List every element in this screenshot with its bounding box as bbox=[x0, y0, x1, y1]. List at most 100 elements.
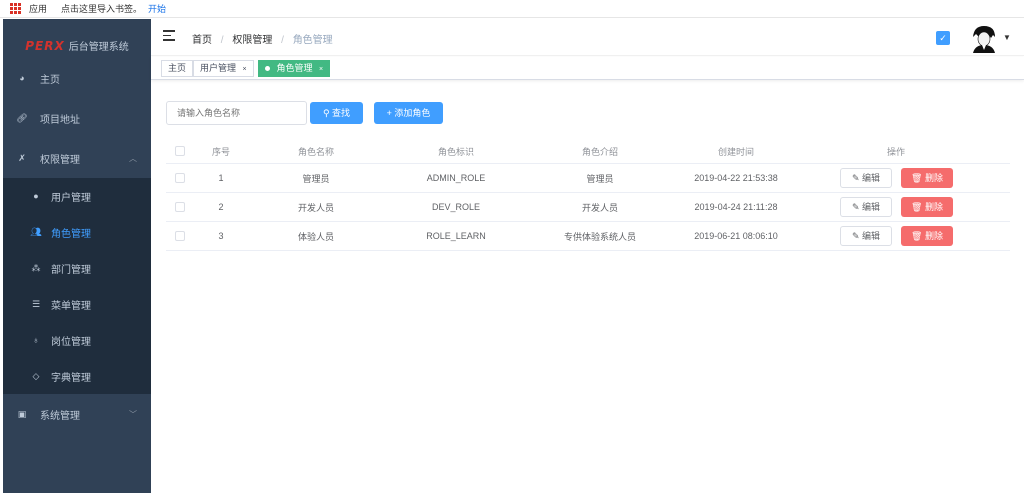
cell-index: 1 bbox=[218, 173, 224, 183]
tag-icon: ◇ bbox=[32, 370, 40, 381]
menu-list-icon: ☰ bbox=[31, 298, 41, 309]
sidebar-item-roles[interactable]: 👥︎ 角色管理 bbox=[3, 214, 151, 250]
sidebar-item-departments[interactable]: ⁂ 部门管理 bbox=[3, 250, 151, 286]
close-icon[interactable]: × bbox=[319, 66, 323, 73]
table-row: 2 开发人员 DEV_ROLE 开发人员 2019-04-24 21:11:28… bbox=[166, 193, 1010, 222]
sidebar-item-label: 项目地址 bbox=[40, 114, 80, 126]
logo-mark: PERX bbox=[25, 38, 65, 53]
delete-button-label: 删除 bbox=[924, 202, 943, 212]
sidebar-item-permission[interactable]: ✗ 权限管理 ︿ bbox=[3, 138, 151, 178]
row-checkbox-cell bbox=[174, 222, 186, 250]
plus-icon: + bbox=[386, 108, 392, 118]
logo-title: 后台管理系统 bbox=[68, 42, 129, 53]
breadcrumb-permission[interactable]: 权限管理 bbox=[232, 35, 272, 46]
tree-icon: ⁂ bbox=[31, 262, 41, 273]
search-button[interactable]: ⚲ 查找 bbox=[310, 102, 363, 124]
sidebar-item-label: 用户管理 bbox=[51, 192, 91, 204]
add-role-button-label: 添加角色 bbox=[394, 108, 431, 118]
edit-icon: ✎ bbox=[851, 231, 860, 241]
user-icon: ● bbox=[33, 191, 39, 201]
row-checkbox[interactable] bbox=[175, 173, 185, 183]
start-link[interactable]: 开始 bbox=[148, 2, 166, 15]
apps-grid-icon[interactable] bbox=[10, 3, 21, 14]
navbar: 首页 / 权限管理 / 角色管理 ✓ ▼ bbox=[151, 19, 1024, 56]
tag-home[interactable]: 主页 bbox=[161, 60, 194, 77]
delete-button[interactable]: 🗑︎ 删除 bbox=[901, 222, 953, 250]
cell-index: 2 bbox=[218, 202, 224, 212]
caret-down-icon[interactable]: ▼ bbox=[1003, 33, 1011, 42]
table-row: 1 管理员 ADMIN_ROLE 管理员 2019-04-22 21:53:38… bbox=[166, 164, 1010, 193]
column-header: 角色名称 bbox=[297, 146, 334, 157]
breadcrumb-home[interactable]: 首页 bbox=[192, 35, 212, 46]
delete-button[interactable]: 🗑︎ 删除 bbox=[901, 193, 953, 221]
breadcrumb-separator: / bbox=[281, 35, 284, 46]
edit-button[interactable]: ✎ 编辑 bbox=[840, 193, 892, 221]
search-button-label: 查找 bbox=[332, 108, 351, 118]
delete-button-label: 删除 bbox=[924, 173, 943, 183]
sidebar-item-label: 主页 bbox=[40, 74, 60, 86]
select-all-checkbox[interactable] bbox=[175, 146, 185, 156]
row-checkbox[interactable] bbox=[175, 231, 185, 241]
cell-role-desc: 开发人员 bbox=[581, 202, 618, 213]
edit-button[interactable]: ✎ 编辑 bbox=[840, 164, 892, 192]
search-input[interactable] bbox=[166, 101, 307, 125]
cell-role-key: DEV_ROLE bbox=[431, 202, 481, 212]
trash-icon: 🗑︎ bbox=[911, 173, 923, 183]
row-checkbox-cell bbox=[174, 164, 186, 192]
permission-submenu: ● 用户管理 👥︎ 角色管理 ⁂ 部门管理 ☰ 菜单管理 ♁ 岗位管理 ◇ 字典… bbox=[3, 178, 151, 394]
breadcrumb: 首页 / 权限管理 / 角色管理 bbox=[192, 31, 333, 46]
sidebar-item-label: 部门管理 bbox=[51, 264, 91, 276]
tag-roles[interactable]: 角色管理 × bbox=[258, 60, 331, 77]
active-dot-icon bbox=[265, 66, 270, 72]
hamburger-icon[interactable] bbox=[163, 30, 175, 42]
cell-created-time: 2019-04-22 21:53:38 bbox=[694, 173, 778, 183]
cell-role-name: 管理员 bbox=[302, 173, 330, 184]
trash-icon: 🗑︎ bbox=[911, 202, 923, 212]
sidebar-item-users[interactable]: ● 用户管理 bbox=[3, 178, 151, 214]
tag-label: 主页 bbox=[168, 63, 187, 73]
add-role-button[interactable]: + 添加角色 bbox=[374, 102, 443, 124]
tag-users[interactable]: 用户管理 × bbox=[193, 60, 254, 77]
bookmarks-bar: 应用 点击这里导入书签。 开始 bbox=[0, 0, 1024, 18]
column-header: 创建时间 bbox=[717, 146, 754, 157]
sidebar-item-posts[interactable]: ♁ 岗位管理 bbox=[3, 322, 151, 358]
select-all-cell bbox=[174, 139, 186, 163]
cell-role-key: ROLE_LEARN bbox=[426, 231, 486, 241]
table-row: 3 体验人员 ROLE_LEARN 专供体验系统人员 2019-06-21 08… bbox=[166, 222, 1010, 251]
delete-button-label: 删除 bbox=[924, 231, 943, 241]
edit-button-label: 编辑 bbox=[862, 231, 881, 241]
sidebar-item-home[interactable]: ◕ 主页 bbox=[3, 58, 151, 98]
sidebar-item-project-url[interactable]: 🔗︎ 项目地址 bbox=[3, 98, 151, 138]
row-checkbox-cell bbox=[174, 193, 186, 221]
breadcrumb-separator: / bbox=[220, 35, 224, 46]
sidebar-item-menus[interactable]: ☰ 菜单管理 bbox=[3, 286, 151, 322]
chevron-down-icon: ﹀ bbox=[129, 409, 137, 419]
tag-label: 角色管理 bbox=[276, 63, 313, 73]
column-header: 角色介绍 bbox=[581, 146, 618, 157]
edit-button-label: 编辑 bbox=[862, 173, 881, 183]
avatar[interactable] bbox=[969, 23, 999, 53]
cell-role-desc: 专供体验系统人员 bbox=[563, 231, 636, 242]
apps-link[interactable]: 应用 bbox=[29, 2, 47, 15]
sidebar-item-label: 菜单管理 bbox=[51, 300, 91, 312]
edit-button[interactable]: ✎ 编辑 bbox=[840, 222, 892, 250]
chevron-up-icon: ︿ bbox=[129, 153, 137, 163]
cell-role-key: ADMIN_ROLE bbox=[426, 173, 486, 183]
sidebar-item-label: 角色管理 bbox=[51, 228, 91, 240]
checkbox-icon[interactable]: ✓ bbox=[936, 31, 950, 45]
cell-role-name: 开发人员 bbox=[297, 202, 334, 213]
delete-button[interactable]: 🗑︎ 删除 bbox=[901, 164, 953, 192]
dashboard-icon: ◕ bbox=[19, 73, 25, 83]
edit-icon: ✎ bbox=[851, 202, 860, 212]
close-icon[interactable]: × bbox=[243, 66, 247, 73]
trash-icon: 🗑︎ bbox=[911, 231, 923, 241]
link-icon: 🔗︎ bbox=[16, 112, 28, 123]
sidebar-item-system[interactable]: ▣ 系统管理 ﹀ bbox=[3, 394, 151, 434]
sidebar-item-label: 岗位管理 bbox=[51, 336, 91, 348]
edit-icon: ✎ bbox=[851, 173, 860, 183]
sidebar-item-dictionary[interactable]: ◇ 字典管理 bbox=[3, 358, 151, 394]
sidebar-item-label: 字典管理 bbox=[51, 372, 91, 384]
row-checkbox[interactable] bbox=[175, 202, 185, 212]
search-icon: ⚲ bbox=[322, 108, 330, 118]
tags-view: 主页 用户管理 × 角色管理 × bbox=[151, 57, 1024, 80]
